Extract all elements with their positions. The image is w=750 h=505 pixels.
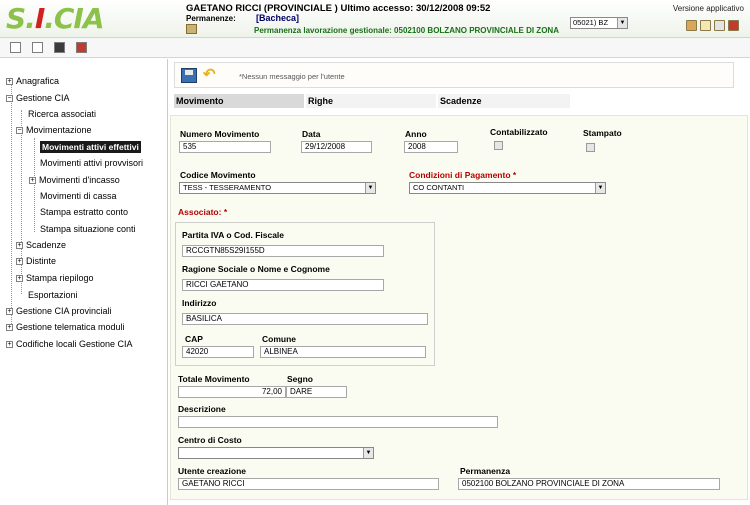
- totale-movimento-field[interactable]: 72,00: [178, 386, 286, 398]
- chevron-down-icon[interactable]: ▼: [617, 18, 627, 28]
- permanenza-label: Permanenza: [460, 466, 511, 476]
- expand-icon[interactable]: +: [6, 308, 13, 315]
- permanenza-field[interactable]: 0502100 BOLZANO PROVINCIALE DI ZONA: [458, 478, 720, 490]
- expand-icon[interactable]: +: [16, 275, 23, 282]
- codice-movimento-label: Codice Movimento: [180, 170, 256, 180]
- codice-movimento-value: TESS - TESSERAMENTO: [183, 183, 272, 192]
- utente-creazione-label: Utente creazione: [178, 466, 247, 476]
- print-icon[interactable]: [76, 42, 87, 53]
- totale-movimento-label: Totale Movimento: [178, 374, 250, 384]
- expand-all-icon[interactable]: [10, 42, 21, 53]
- tab-scadenze[interactable]: Scadenze: [438, 94, 570, 108]
- descrizione-field[interactable]: [178, 416, 498, 428]
- partita-iva-label: Partita IVA o Cod. Fiscale: [182, 230, 285, 240]
- sidebar-item-stampa-riepilogo[interactable]: + Stampa riepilogo: [16, 272, 94, 284]
- condizioni-pagamento-label: Condizioni di Pagamento *: [409, 170, 517, 180]
- expand-icon[interactable]: +: [6, 78, 13, 85]
- tab-righe[interactable]: Righe: [306, 94, 436, 108]
- sidebar-item-movimenti-attivi-provvisori[interactable]: Movimenti attivi provvisori: [40, 157, 143, 169]
- sidebar-item-codifiche-locali[interactable]: + Codifiche locali Gestione CIA: [6, 338, 133, 350]
- cap-label: CAP: [185, 334, 203, 344]
- condizioni-pagamento-select[interactable]: CO CONTANTI ▼: [409, 182, 606, 194]
- contabilizzato-label: Contabilizzato: [490, 127, 548, 137]
- comune-field[interactable]: ALBINEA: [260, 346, 426, 358]
- utente-creazione-field[interactable]: GAETANO RICCI: [178, 478, 439, 490]
- data-field[interactable]: 29/12/2008: [301, 141, 372, 153]
- numero-movimento-field[interactable]: 535: [179, 141, 271, 153]
- movimento-form: Numero Movimento 535 Data 29/12/2008 Ann…: [170, 115, 748, 500]
- mail-icon[interactable]: [714, 20, 725, 31]
- app-header: S.I.CIA GAETANO RICCI (PROVINCIALE ) Ult…: [0, 0, 750, 38]
- sidebar-item-ricerca-associati[interactable]: Ricerca associati: [28, 108, 96, 120]
- sidebar-item-movimenti-incasso[interactable]: + Movimenti d'incasso: [29, 174, 120, 186]
- sidebar-toolbar: [0, 38, 750, 58]
- books-icon[interactable]: [686, 20, 697, 31]
- sidebar-item-distinte[interactable]: + Distinte: [16, 255, 56, 267]
- stampato-label: Stampato: [583, 128, 622, 138]
- user-message: *Nessun messaggio per l'utente: [239, 72, 345, 81]
- expand-icon[interactable]: +: [6, 324, 13, 331]
- descrizione-label: Descrizione: [178, 404, 226, 414]
- numero-movimento-label: Numero Movimento: [180, 129, 260, 139]
- sidebar-item-esportazioni[interactable]: Esportazioni: [28, 289, 78, 301]
- bookmark-icon[interactable]: [54, 42, 65, 53]
- tab-bar: Movimento Righe Scadenze: [174, 94, 570, 108]
- save-icon[interactable]: [181, 68, 197, 83]
- permanenze-value[interactable]: [Bacheca]: [256, 13, 299, 23]
- sicia-logo: S.I.CIA: [6, 2, 105, 35]
- permanenza-lavorazione: Permanenza lavorazione gestionale: 05021…: [254, 26, 559, 35]
- sidebar-item-anagrafica[interactable]: + Anagrafica: [6, 75, 59, 87]
- ragione-sociale-label: Ragione Sociale o Nome e Cognome: [182, 264, 330, 274]
- permanenze-label: Permanenze:: [186, 14, 236, 23]
- sidebar-item-stampa-situazione-conti[interactable]: Stampa situazione conti: [40, 223, 136, 235]
- comune-label: Comune: [262, 334, 296, 344]
- navigation-tree: + Anagrafica − Gestione CIA Ricerca associ…: [0, 59, 168, 505]
- expand-icon[interactable]: +: [16, 258, 23, 265]
- centro-costo-label: Centro di Costo: [178, 435, 242, 445]
- expand-icon[interactable]: +: [16, 242, 23, 249]
- associato-label: Associato: *: [178, 207, 228, 217]
- sidebar-item-gestione-cia[interactable]: − Gestione CIA: [6, 92, 70, 104]
- indirizzo-label: Indirizzo: [182, 298, 217, 308]
- notepad-icon[interactable]: [700, 20, 711, 31]
- ragione-sociale-field[interactable]: RICCI GAETANO: [182, 279, 384, 291]
- indirizzo-field[interactable]: BASILICA: [182, 313, 428, 325]
- collapse-icon[interactable]: −: [6, 95, 13, 102]
- user-access-info: GAETANO RICCI (PROVINCIALE ) Ultimo acce…: [186, 3, 491, 14]
- sidebar-item-gestione-cia-provinciali[interactable]: + Gestione CIA provinciali: [6, 305, 112, 317]
- exit-icon[interactable]: [728, 20, 739, 31]
- province-select-value: 05021) BZ: [573, 18, 609, 27]
- sidebar-item-scadenze[interactable]: + Scadenze: [16, 239, 66, 251]
- version-label[interactable]: Versione applicativo: [673, 4, 744, 13]
- undo-icon[interactable]: ↶: [203, 67, 221, 83]
- chevron-down-icon[interactable]: ▼: [365, 183, 375, 193]
- cap-field[interactable]: 42020: [182, 346, 254, 358]
- collapse-all-icon[interactable]: [32, 42, 43, 53]
- segno-field[interactable]: DARE: [286, 386, 347, 398]
- stampato-checkbox[interactable]: [586, 143, 595, 152]
- sidebar-item-movimenti-cassa[interactable]: Movimenti di cassa: [40, 190, 117, 202]
- anno-label: Anno: [405, 129, 427, 139]
- data-label: Data: [302, 129, 321, 139]
- bulletin-icon[interactable]: [186, 24, 197, 34]
- contabilizzato-checkbox[interactable]: [494, 141, 503, 150]
- chevron-down-icon[interactable]: ▼: [595, 183, 605, 193]
- collapse-icon[interactable]: −: [16, 127, 23, 134]
- expand-icon[interactable]: +: [6, 341, 13, 348]
- message-panel: ↶ *Nessun messaggio per l'utente: [174, 62, 734, 88]
- partita-iva-field[interactable]: RCCGTN85S29I155D: [182, 245, 384, 257]
- segno-label: Segno: [287, 374, 313, 384]
- condizioni-pagamento-value: CO CONTANTI: [413, 183, 465, 192]
- chevron-down-icon[interactable]: ▼: [363, 448, 373, 458]
- expand-icon[interactable]: +: [29, 177, 36, 184]
- codice-movimento-select[interactable]: TESS - TESSERAMENTO ▼: [179, 182, 376, 194]
- tab-movimento[interactable]: Movimento: [174, 94, 304, 108]
- sidebar-item-stampa-estratto-conto[interactable]: Stampa estratto conto: [40, 206, 128, 218]
- sidebar-item-movimentazione[interactable]: − Movimentazione: [16, 124, 92, 136]
- province-select[interactable]: 05021) BZ ▼: [570, 17, 628, 29]
- associato-panel: Partita IVA o Cod. Fiscale RCCGTN85S29I1…: [175, 222, 435, 366]
- anno-field[interactable]: 2008: [404, 141, 458, 153]
- sidebar-item-gestione-telematica-moduli[interactable]: + Gestione telematica moduli: [6, 321, 125, 333]
- centro-costo-select[interactable]: ▼: [178, 447, 374, 459]
